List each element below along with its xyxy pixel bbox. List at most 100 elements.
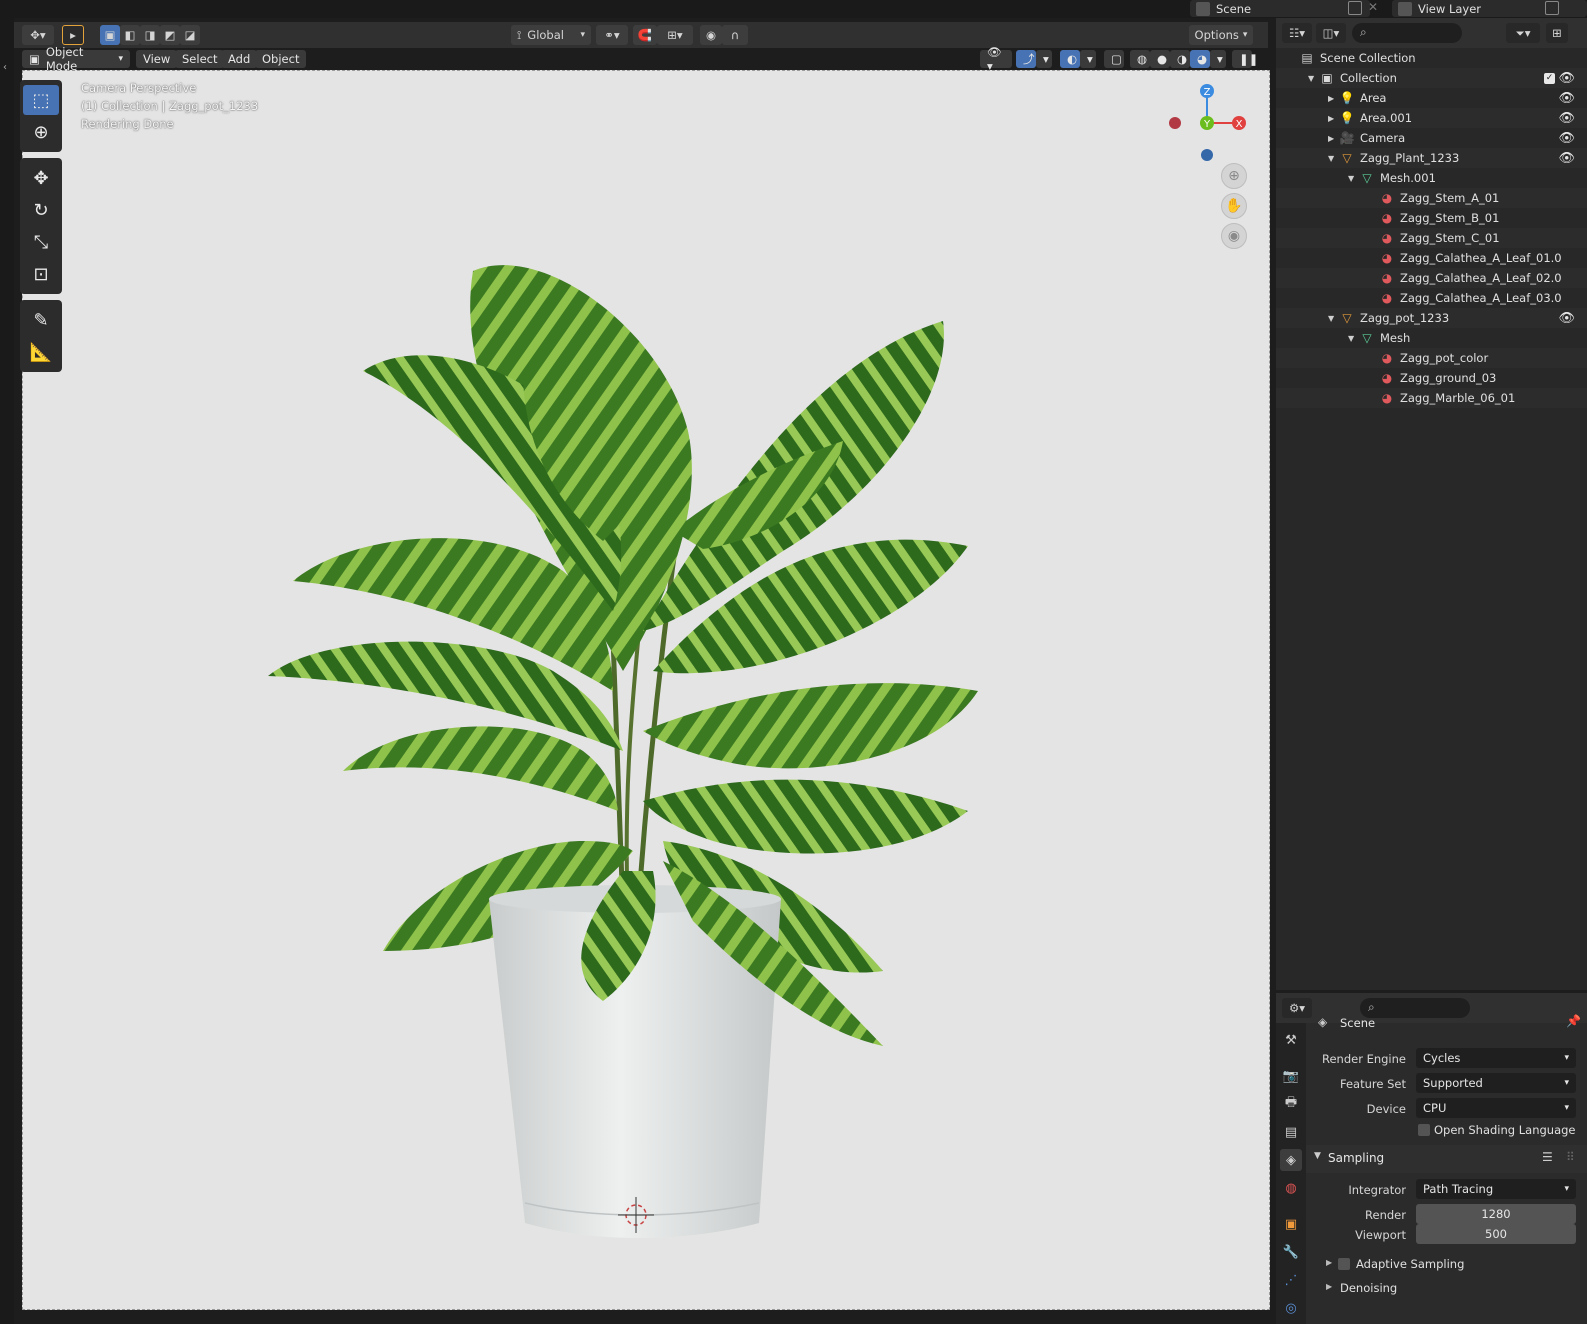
select-mode-extend-icon[interactable]: ◧ — [120, 25, 140, 45]
select-mode-subtract-icon[interactable]: ◨ — [140, 25, 160, 45]
sampling-panel-header[interactable]: ▼ Sampling ☰ ⠿ — [1306, 1145, 1587, 1173]
outliner-row[interactable]: ▼ ▽ Zagg_Plant_1233 👁 — [1276, 148, 1587, 168]
expand-down-icon[interactable]: ▼ — [1328, 154, 1334, 163]
expand-down-icon[interactable]: ▼ — [1348, 174, 1354, 183]
outliner-row[interactable]: ◕ Zagg_Stem_B_01 — [1276, 208, 1587, 228]
filter-icon[interactable]: ⏷▾ — [1506, 23, 1540, 43]
denoising-label[interactable]: Denoising — [1340, 1281, 1397, 1295]
expand-right-icon[interactable]: ▶ — [1328, 94, 1334, 103]
neg-z-axis-icon[interactable] — [1201, 149, 1213, 161]
editor-type-icon[interactable]: ✥▾ — [22, 25, 54, 45]
output-tab-icon[interactable]: 🖶 — [1280, 1093, 1302, 1115]
new-collection-icon[interactable]: ⊞ — [1546, 23, 1568, 43]
options-dropdown[interactable]: Options ▾ — [1189, 25, 1253, 45]
physics-tab-icon[interactable]: ◎ — [1280, 1297, 1302, 1319]
select-mode-invert-icon[interactable]: ◩ — [160, 25, 180, 45]
collection-exclude-checkbox[interactable]: ✓ — [1544, 72, 1555, 84]
neg-x-axis-icon[interactable] — [1169, 117, 1181, 129]
measure-icon[interactable]: 📐 — [23, 337, 59, 367]
visibility-eye-icon[interactable]: 👁 — [1558, 91, 1575, 106]
snap-toggle-icon[interactable]: 🧲 — [633, 25, 657, 45]
device-dropdown[interactable]: CPU ▾ — [1416, 1098, 1576, 1118]
outliner-row[interactable]: ▶ 💡 Area 👁 — [1276, 88, 1587, 108]
proportional-edit-icon[interactable]: ◉ — [700, 25, 722, 45]
rendered-shading-icon[interactable]: ◕ — [1190, 50, 1210, 68]
outliner-row[interactable]: ▤ Scene Collection — [1276, 48, 1587, 68]
modifier-tab-icon[interactable]: 🔧 — [1280, 1241, 1302, 1263]
object-tab-icon[interactable]: ▣ — [1280, 1213, 1302, 1235]
outliner-search-input[interactable]: ⌕ — [1352, 23, 1462, 43]
viewport-samples-field[interactable]: 500 — [1416, 1224, 1576, 1244]
outliner-row[interactable]: ▼ ▽ Mesh.001 — [1276, 168, 1587, 188]
expand-down-icon[interactable]: ▼ — [1308, 74, 1314, 83]
visibility-eye-icon[interactable]: 👁 — [1558, 111, 1575, 126]
annotate-icon[interactable]: ✎ — [23, 305, 59, 335]
new-view-layer-icon[interactable] — [1545, 1, 1559, 15]
filter-view-icon[interactable]: ◫▾ — [1316, 23, 1346, 43]
material-preview-icon[interactable]: ◑ — [1170, 50, 1190, 68]
pan-hand-icon[interactable]: ✋ — [1221, 193, 1247, 219]
chevron-right-icon[interactable]: ▶ — [1326, 1258, 1332, 1267]
properties-search-input[interactable]: ⌕ — [1360, 998, 1470, 1018]
outliner-row[interactable]: ◕ Zagg_Calathea_A_Leaf_03.0 — [1276, 288, 1587, 308]
select-mode-intersect-icon[interactable]: ◪ — [180, 25, 200, 45]
outliner-row[interactable]: ◕ Zagg_pot_color — [1276, 348, 1587, 368]
rotate-icon[interactable]: ↻ — [23, 195, 59, 225]
particles-tab-icon[interactable]: ⋰ — [1280, 1269, 1302, 1291]
expand-down-icon[interactable]: ▼ — [1348, 334, 1354, 343]
properties-editor-type-icon[interactable]: ⚙▾ — [1282, 998, 1312, 1018]
visibility-icon[interactable]: 👁▾ — [980, 45, 1012, 73]
osl-checkbox[interactable] — [1418, 1124, 1430, 1136]
zoom-icon[interactable]: ⊕ — [1221, 163, 1247, 189]
outliner-row[interactable]: ▼ ▽ Mesh — [1276, 328, 1587, 348]
overlays-toggle-icon[interactable]: ◐ — [1060, 50, 1080, 68]
chevron-right-icon[interactable]: ▶ — [1326, 1282, 1332, 1291]
outliner-row[interactable]: ▶ 🎥 Camera 👁 — [1276, 128, 1587, 148]
expand-right-icon[interactable]: ▶ — [1328, 134, 1334, 143]
outliner-row[interactable]: ▶ 💡 Area.001 👁 — [1276, 108, 1587, 128]
menu-select[interactable]: Select — [175, 50, 225, 68]
falloff-icon[interactable]: ∩ — [722, 25, 748, 45]
expand-down-icon[interactable]: ▼ — [1328, 314, 1334, 323]
pin-icon[interactable]: 📌 — [1566, 1014, 1581, 1028]
transform-orientation-dropdown[interactable]: ⟟ Global ▾ — [511, 25, 591, 45]
outliner-row[interactable]: ▼ ▽ Zagg_pot_1233 👁 — [1276, 308, 1587, 328]
world-tab-icon[interactable]: ◍ — [1280, 1177, 1302, 1199]
tool-tab-icon[interactable]: ⚒ — [1280, 1029, 1302, 1051]
gizmo-toggle-icon[interactable]: ⤴ — [1016, 50, 1036, 68]
scene-tab-icon[interactable]: ◈ — [1280, 1149, 1302, 1171]
adaptive-sampling-checkbox[interactable] — [1338, 1258, 1350, 1270]
collapse-arrow-icon[interactable]: ‹ — [3, 62, 7, 73]
feature-set-dropdown[interactable]: Supported ▾ — [1416, 1073, 1576, 1093]
menu-object[interactable]: Object — [255, 50, 307, 68]
render-tab-icon[interactable]: 📷 — [1280, 1065, 1302, 1087]
select-box-icon[interactable]: ⬚ — [23, 85, 59, 115]
move-icon[interactable]: ✥ — [23, 163, 59, 193]
visibility-eye-icon[interactable]: 👁 — [1558, 151, 1575, 166]
outliner-row[interactable]: ◕ Zagg_Calathea_A_Leaf_02.0 — [1276, 268, 1587, 288]
cursor-tool-icon[interactable]: ⊕ — [23, 117, 59, 147]
visibility-eye-icon[interactable]: 👁 — [1558, 311, 1575, 326]
outliner-row[interactable]: ◕ Zagg_Calathea_A_Leaf_01.0 — [1276, 248, 1587, 268]
wireframe-shading-icon[interactable]: ◍ — [1130, 50, 1150, 68]
pivot-point-icon[interactable]: ⚭▾ — [596, 25, 628, 45]
drag-handle-icon[interactable]: ⠿ — [1566, 1150, 1575, 1164]
chevron-down-icon[interactable]: ▾ — [1036, 50, 1052, 68]
outliner-row[interactable]: ◕ Zagg_Stem_A_01 — [1276, 188, 1587, 208]
presets-list-icon[interactable]: ☰ — [1542, 1150, 1553, 1164]
render-engine-dropdown[interactable]: Cycles ▾ — [1416, 1048, 1576, 1068]
visibility-eye-icon[interactable]: 👁 — [1558, 71, 1575, 86]
select-tool-icon[interactable]: ▸ — [62, 25, 84, 45]
integrator-dropdown[interactable]: Path Tracing ▾ — [1416, 1179, 1576, 1199]
outliner-row[interactable]: ▼ ▣ Collection 👁 ✓ — [1276, 68, 1587, 88]
select-mode-new-icon[interactable]: ▣ — [100, 25, 120, 45]
scale-icon[interactable]: ⤡ — [23, 227, 59, 257]
mode-dropdown[interactable]: ▣ Object Mode ▾ — [22, 45, 130, 73]
snap-target-icon[interactable]: ⊞▾ — [657, 25, 693, 45]
view-layer-tab-icon[interactable]: ▤ — [1280, 1121, 1302, 1143]
chevron-down-icon[interactable]: ▾ — [1080, 50, 1096, 68]
new-scene-icon[interactable] — [1348, 1, 1362, 15]
outliner-row[interactable]: ◕ Zagg_Stem_C_01 — [1276, 228, 1587, 248]
close-scene-icon[interactable]: ✕ — [1368, 0, 1378, 14]
camera-view-icon[interactable]: ◉ — [1221, 223, 1247, 249]
